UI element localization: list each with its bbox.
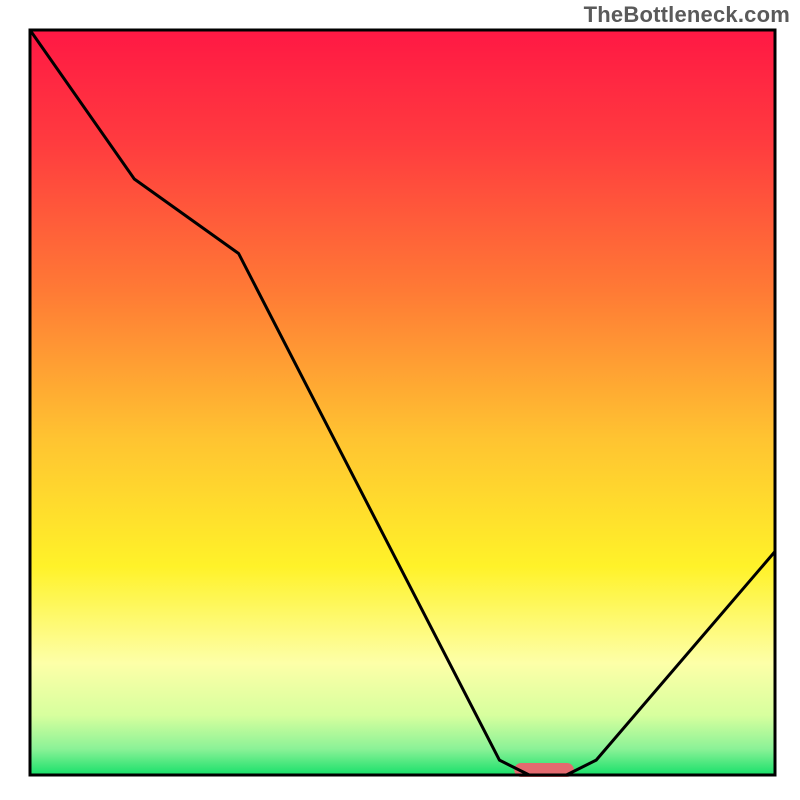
chart-container: { "watermark": "TheBottleneck.com", "cha… bbox=[0, 0, 800, 800]
bottleneck-chart bbox=[0, 0, 800, 800]
chart-background bbox=[30, 30, 775, 775]
